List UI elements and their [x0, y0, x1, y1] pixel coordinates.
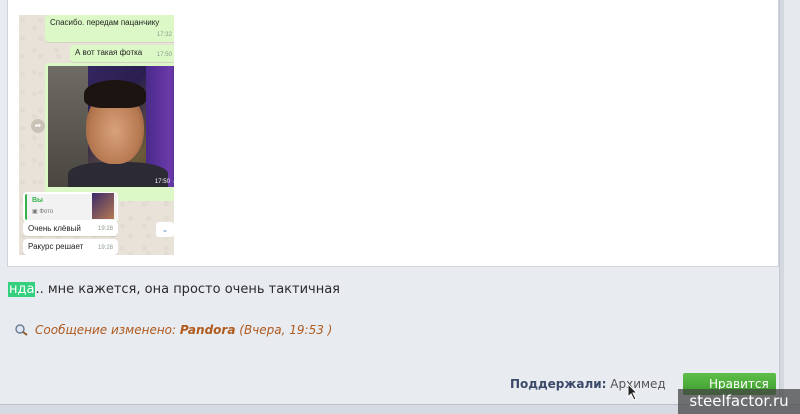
post-body-text: .. мне кажется, она просто очень тактичн…: [35, 282, 341, 297]
reply-caption: ▣ Фото: [32, 209, 54, 215]
chat-photo-time: 17:50✓✓: [155, 178, 174, 185]
chat-message-time: 17:32✓✓: [157, 30, 174, 41]
chat-bubble-outgoing: Спасибо. передам пацанчику 17:32✓✓: [45, 15, 174, 42]
mouse-cursor-icon: [627, 383, 639, 401]
chat-photo-bubble: 17:50✓✓: [45, 63, 174, 201]
chat-bubble-outgoing: А вот такая фотка 17:50✓✓: [70, 45, 174, 62]
chat-screenshot[interactable]: Спасибо. передам пацанчику 17:32✓✓ А вот…: [19, 15, 174, 255]
edit-magnifier-icon: [14, 323, 29, 336]
photo-hair: [84, 80, 146, 108]
forward-icon: ➦: [31, 119, 45, 133]
post-text: нда.. мне кажется, она просто очень такт…: [8, 282, 340, 297]
edit-author[interactable]: Pandora: [180, 323, 236, 337]
edit-time: (Вчера, 19:53 ): [239, 323, 333, 337]
chat-bubble-incoming: Ракурс решает 19:28: [23, 239, 118, 255]
photo-shirt: [68, 162, 168, 187]
reply-author: Вы: [32, 197, 44, 204]
chat-message-time: 17:50✓✓: [157, 50, 174, 61]
reply-thumbnail: [92, 193, 114, 219]
chat-message-text: Спасибо. передам пацанчику: [50, 18, 160, 27]
chat-message-text: Очень клёвый: [28, 224, 81, 233]
watermark: steelfactor.ru: [678, 389, 800, 414]
chat-message-time: 19:28: [97, 226, 113, 232]
scroll-down-icon[interactable]: ⌄: [156, 222, 174, 237]
support-label: Поддержали:: [510, 377, 607, 391]
chat-message-text: А вот такая фотка: [75, 48, 143, 57]
support-line: Поддержали: Архимед: [510, 377, 666, 391]
chat-photo: 17:50✓✓: [48, 66, 174, 187]
chat-message-time: 19:28: [97, 245, 113, 251]
camera-icon: ▣: [32, 209, 38, 215]
page-right-gutter: [784, 0, 800, 414]
chat-bubble-incoming: Очень клёвый 19:28: [23, 221, 118, 236]
edit-notice: Сообщение изменено: Pandora (Вчера, 19:5…: [14, 323, 332, 337]
edit-label: Сообщение изменено:: [35, 323, 177, 337]
chat-message-text: Ракурс решает: [28, 242, 84, 251]
read-ticks-icon: ✓✓: [172, 179, 174, 185]
highlighted-text: нда: [8, 282, 36, 297]
